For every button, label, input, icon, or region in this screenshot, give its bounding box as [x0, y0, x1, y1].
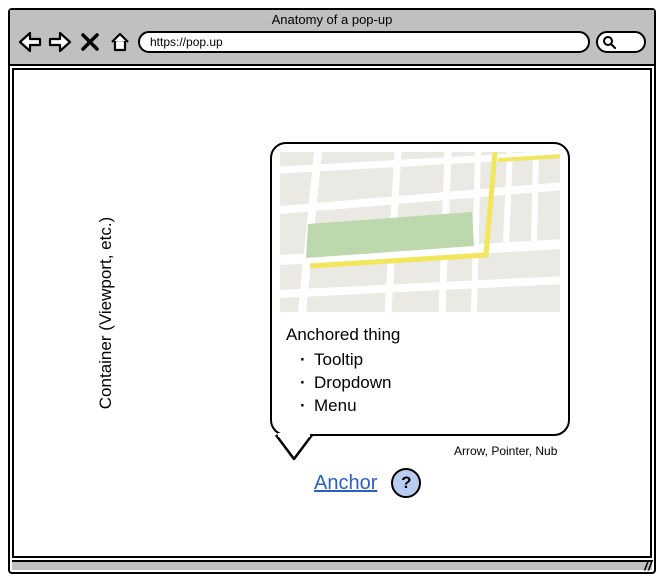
url-input[interactable]: https://pop.up	[138, 31, 590, 53]
search-box[interactable]	[596, 31, 646, 53]
home-icon[interactable]	[108, 30, 132, 54]
list-item: Menu	[314, 395, 554, 418]
help-icon[interactable]: ?	[391, 468, 421, 498]
forward-icon[interactable]	[48, 30, 72, 54]
back-icon[interactable]	[18, 30, 42, 54]
anchor-link[interactable]: Anchor	[314, 472, 377, 495]
search-icon	[602, 35, 616, 49]
viewport: Container (Viewport, etc.)	[12, 68, 652, 558]
container-label: Container (Viewport, etc.)	[96, 217, 116, 409]
window-title: Anatomy of a pop-up	[10, 12, 654, 27]
nav-row: https://pop.up	[18, 30, 646, 54]
map-image	[280, 152, 560, 312]
resize-grip-icon[interactable]: //	[644, 560, 652, 570]
list-item: Dropdown	[314, 372, 554, 395]
anchor-row: Anchor ?	[314, 468, 421, 498]
popup-panel: Anchored thing Tooltip Dropdown Menu	[270, 142, 570, 436]
popup-list: Tooltip Dropdown Menu	[286, 349, 554, 418]
popup-heading: Anchored thing	[286, 324, 554, 347]
arrow-label: Arrow, Pointer, Nub	[454, 444, 557, 458]
popup-body: Anchored thing Tooltip Dropdown Menu	[272, 320, 568, 426]
list-item: Tooltip	[314, 349, 554, 372]
stop-icon[interactable]	[78, 30, 102, 54]
help-glyph: ?	[401, 473, 411, 493]
status-bar: //	[12, 560, 652, 570]
arrow-pointer-icon	[274, 433, 314, 461]
browser-window: Anatomy of a pop-up https://pop.up Conta…	[8, 8, 656, 574]
browser-toolbar: Anatomy of a pop-up https://pop.up	[10, 10, 654, 66]
url-text: https://pop.up	[150, 33, 223, 51]
